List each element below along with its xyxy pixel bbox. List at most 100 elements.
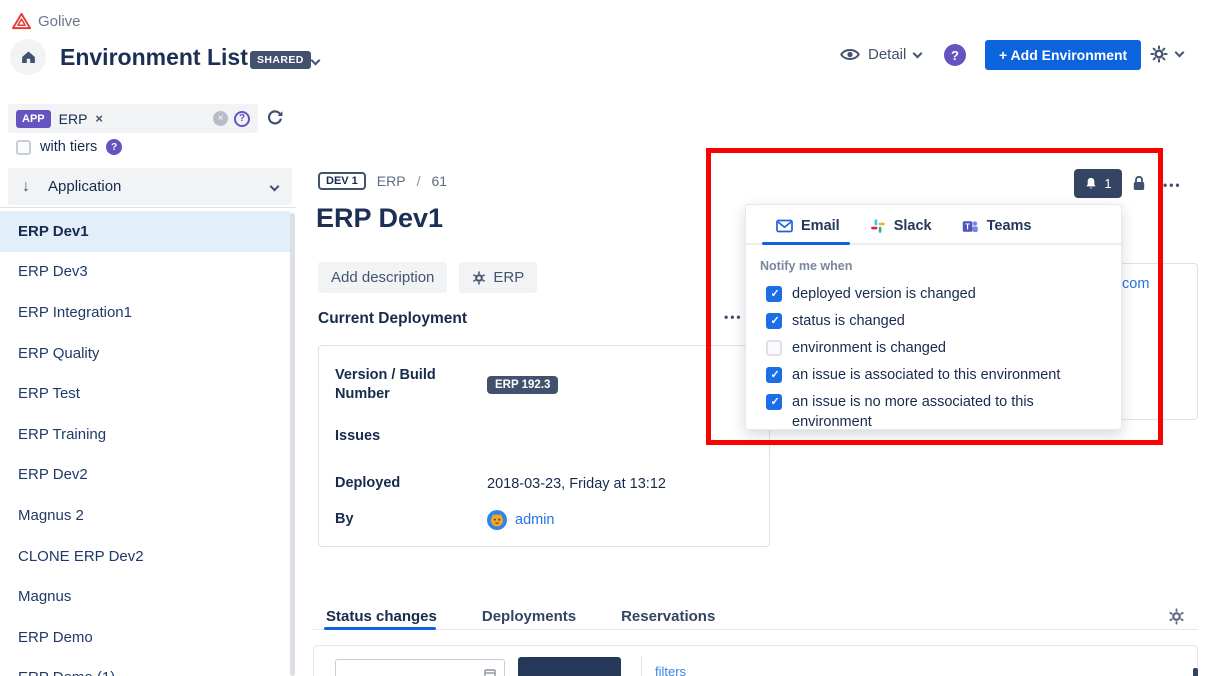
sidebar-scrollbar[interactable] (290, 213, 295, 676)
environment-name: ERP Dev1 (316, 203, 443, 234)
category-gear-icon (472, 271, 486, 285)
view-mode-dropdown[interactable]: Detail (840, 46, 921, 63)
environment-list-item-label: ERP Dev3 (18, 263, 88, 280)
option-label[interactable]: an issue is no more associated to this e… (792, 392, 1092, 432)
filter-input[interactable]: APP ERP × × ? (8, 104, 258, 133)
email-icon (776, 219, 793, 233)
panel-kebab-icon[interactable] (1193, 668, 1198, 676)
environment-list-item[interactable]: Magnus (0, 576, 290, 617)
environment-list-item[interactable]: ERP Test (0, 373, 290, 414)
lock-button[interactable] (1131, 175, 1147, 192)
notification-tabs: Email Slack T Tea (746, 205, 1121, 245)
tab-teams[interactable]: T Teams (962, 218, 1032, 243)
eye-icon (840, 47, 860, 62)
environment-list-item[interactable]: ERP Dev2 (0, 455, 290, 496)
page-title: Environment List (60, 44, 248, 71)
option-label[interactable]: deployed version is changed (792, 284, 976, 304)
option-checkbox[interactable] (766, 286, 782, 302)
deployed-value: 2018-03-23, Friday at 13:12 (487, 474, 666, 493)
option-label[interactable]: an issue is associated to this environme… (792, 365, 1060, 385)
history-tabs: Status changes Deployments Reservations (326, 608, 715, 625)
tab-status-changes[interactable]: Status changes (326, 608, 437, 625)
environment-list-item[interactable]: Magnus 2 (0, 495, 290, 536)
chip-remove-icon[interactable]: × (95, 111, 103, 126)
with-tiers-checkbox[interactable] (16, 140, 31, 155)
environment-list-item[interactable]: ERP Demo (0, 617, 290, 658)
environment-list-item[interactable]: ERP Quality (0, 333, 290, 374)
option-checkbox[interactable] (766, 367, 782, 383)
settings-chevron-down-icon (1175, 48, 1185, 58)
by-user-link[interactable]: admin (515, 512, 555, 528)
option-checkbox[interactable] (766, 340, 782, 356)
help-button[interactable]: ? (944, 44, 966, 66)
home-button[interactable] (10, 39, 46, 75)
apply-button[interactable] (518, 657, 621, 676)
add-description-label: Add description (331, 269, 434, 286)
environment-list-item[interactable]: ERP Training (0, 414, 290, 455)
shared-badge: SHARED (250, 51, 311, 69)
tab-slack[interactable]: Slack (870, 218, 932, 243)
by-label: By (335, 510, 487, 530)
environment-list-item-label: ERP Dev2 (18, 466, 88, 483)
grouping-dropdown[interactable]: ↓ Application (8, 168, 292, 205)
environment-menu-dots-icon[interactable]: ••• (1163, 178, 1182, 192)
with-tiers-option: with tiers ? (16, 139, 122, 155)
notifications-button[interactable]: 1 (1074, 169, 1122, 198)
calendar-icon (484, 668, 496, 676)
clear-filter-icon[interactable]: × (213, 111, 228, 126)
settings-menu[interactable] (1150, 45, 1183, 63)
option-label[interactable]: status is changed (792, 311, 905, 331)
filter-help-icon[interactable]: ? (234, 111, 250, 127)
bell-icon (1084, 176, 1098, 191)
tab-email[interactable]: Email (776, 218, 840, 243)
breadcrumb: DEV 1 ERP / 61 (318, 172, 447, 190)
teams-icon: T (962, 219, 979, 234)
category-button[interactable]: ERP (459, 262, 537, 293)
add-environment-label: + Add Environment (999, 47, 1127, 63)
environment-list-item[interactable]: ERP Integration1 (0, 292, 290, 333)
add-environment-button[interactable]: + Add Environment (985, 40, 1141, 70)
environment-list-item[interactable]: CLONE ERP Dev2 (0, 536, 290, 577)
home-icon (20, 49, 37, 65)
tab-slack-label: Slack (894, 218, 932, 234)
environment-list-item[interactable]: ERP Dev1 (0, 211, 290, 252)
deployment-menu-dots-icon[interactable]: ••• (724, 310, 743, 324)
slack-icon (870, 218, 886, 234)
active-tab-underline (324, 627, 436, 630)
deployed-label: Deployed (335, 474, 487, 493)
panel-divider (641, 656, 642, 676)
option-label[interactable]: environment is changed (792, 338, 946, 358)
history-settings-button[interactable] (1168, 608, 1185, 625)
breadcrumb-app[interactable]: ERP (377, 173, 406, 189)
environment-list-item-label: ERP Training (18, 426, 106, 443)
option-checkbox[interactable] (766, 313, 782, 329)
option-checkbox[interactable] (766, 394, 782, 410)
environment-url-fragment[interactable]: com (1122, 276, 1149, 292)
notification-popup: Email Slack T Tea (745, 204, 1122, 430)
history-tabs-divider (313, 629, 1198, 630)
environment-list-item-label: CLONE ERP Dev2 (18, 548, 144, 565)
tier-badge: DEV 1 (318, 172, 366, 190)
current-deployment-card: Version / Build Number ERP 192.3 Issues … (318, 345, 770, 547)
tiers-help-icon[interactable]: ? (106, 139, 122, 155)
refresh-button[interactable] (266, 108, 284, 126)
environment-list-item-label: Magnus (18, 588, 71, 605)
breadcrumb-id[interactable]: 61 (431, 173, 447, 189)
filters-link[interactable]: filters (655, 664, 686, 676)
golive-triangle-icon (12, 12, 31, 30)
environment-list-item-label: Magnus 2 (18, 507, 84, 524)
environment-list-item-label: ERP Test (18, 385, 80, 402)
environment-list-item[interactable]: ERP Dev3 (0, 252, 290, 293)
environment-list-item[interactable]: ERP Demo (1) (0, 658, 290, 676)
version-badge[interactable]: ERP 192.3 (487, 376, 558, 394)
add-description-button[interactable]: Add description (318, 262, 447, 293)
environment-list-item-label: ERP Dev1 (18, 223, 89, 240)
title-chevron-down-icon[interactable] (311, 56, 321, 66)
date-filter-input[interactable] (335, 659, 505, 676)
view-mode-chevron-down-icon (913, 48, 923, 58)
notification-option: an issue is no more associated to this e… (746, 389, 1121, 436)
tab-deployments[interactable]: Deployments (482, 608, 576, 625)
tab-reservations[interactable]: Reservations (621, 608, 715, 625)
version-label: Version / Build Number (335, 366, 487, 404)
with-tiers-label: with tiers (40, 139, 97, 155)
